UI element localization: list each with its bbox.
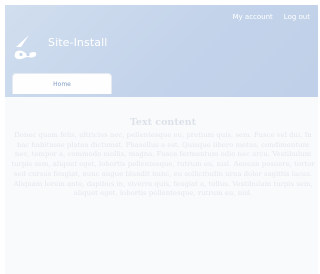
my-account-link[interactable]: My account xyxy=(233,13,273,21)
logout-link[interactable]: Log out xyxy=(284,13,310,21)
main-content: Text content Donec quam felis, ultricies… xyxy=(11,117,315,199)
secondary-menu: My account Log out xyxy=(233,13,311,21)
site-name[interactable]: Site-Install xyxy=(48,36,107,49)
content-title: Text content xyxy=(129,117,197,128)
drupal-logo-icon[interactable] xyxy=(13,32,39,64)
tab-home[interactable]: Home xyxy=(12,73,112,94)
content-body: Donec quam felis, ultricies nec, pellent… xyxy=(11,131,315,198)
site-header: My account Log out Site-Install Home xyxy=(5,5,318,97)
page: My account Log out Site-Install Home Tex… xyxy=(5,5,318,274)
main-menu: Home xyxy=(12,73,112,94)
